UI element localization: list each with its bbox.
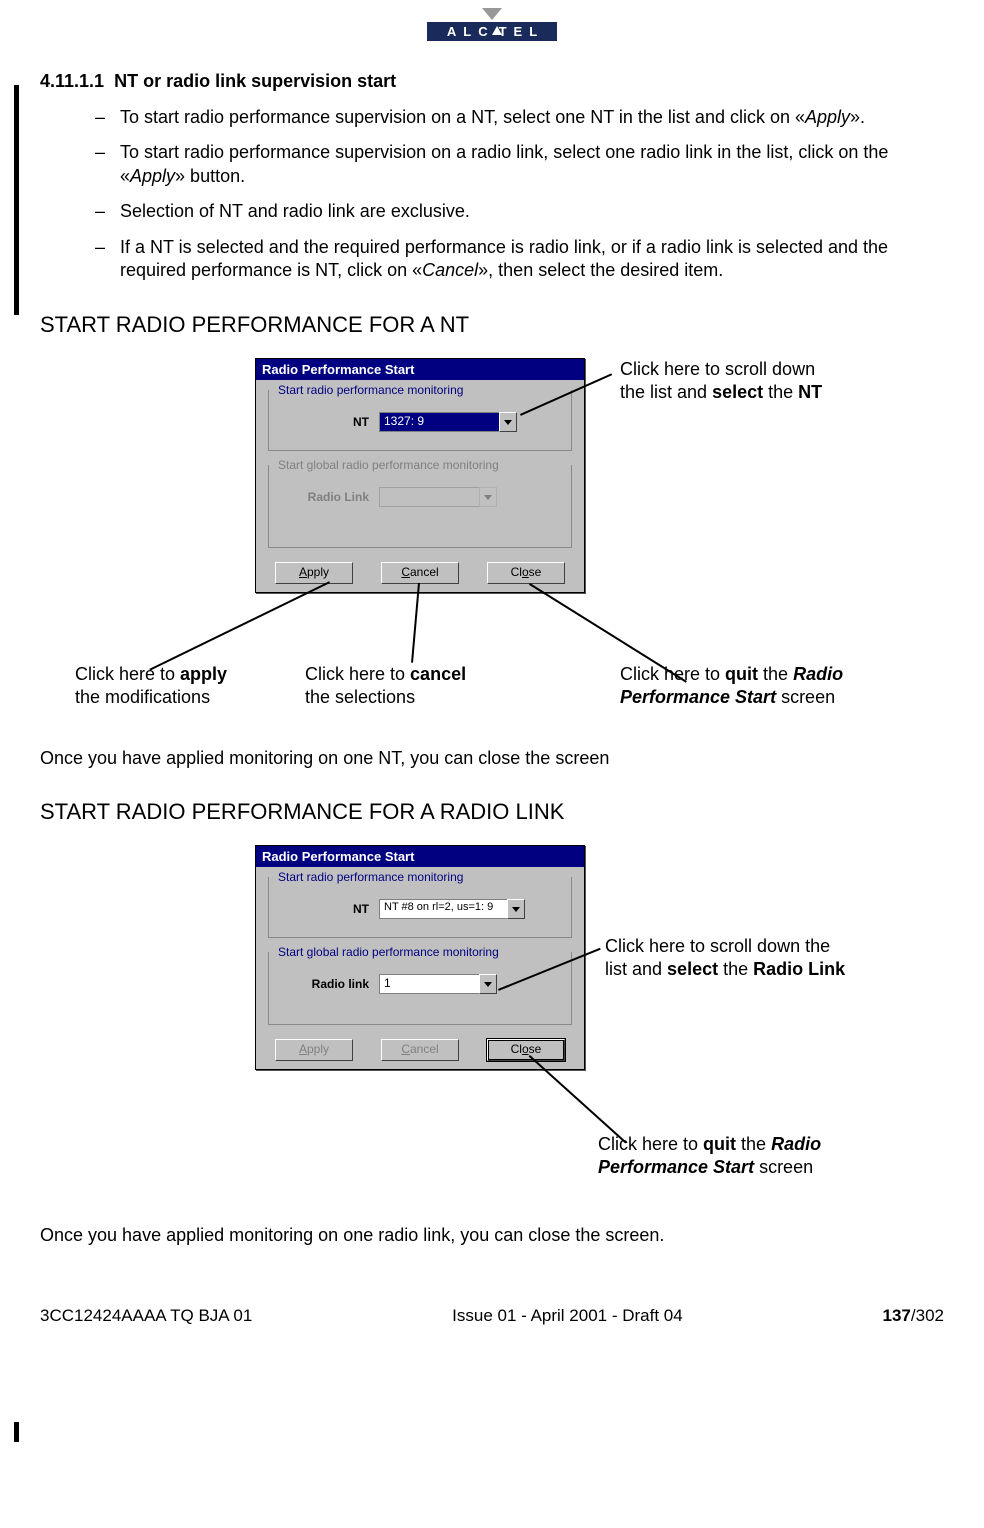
radiolink-combo-dropdown-button bbox=[479, 487, 497, 507]
subheading-radiolink: START RADIO PERFORMANCE FOR A RADIO LINK bbox=[40, 799, 944, 825]
radiolink-combo[interactable]: 1 bbox=[379, 974, 497, 994]
change-bar bbox=[14, 85, 19, 315]
dialog-titlebar: Radio Performance Start bbox=[256, 846, 584, 867]
logo-text: ALCTEL bbox=[427, 22, 557, 41]
radiolink-combo-value bbox=[379, 487, 479, 507]
bullet-item: Selection of NT and radio link are exclu… bbox=[95, 200, 944, 223]
change-bar bbox=[14, 1422, 19, 1442]
groupbox-global-monitoring: Start global radio performance monitorin… bbox=[268, 465, 572, 548]
section-number: 4.11.1.1 bbox=[40, 71, 104, 91]
callout-scroll-rl: Click here to scroll down the list and s… bbox=[605, 935, 915, 980]
dialog-radio-perf-start-rl: Radio Performance Start Start radio perf… bbox=[255, 845, 585, 1070]
callout-cancel: Click here to cancel the selections bbox=[305, 663, 525, 708]
nt-combo-value[interactable]: NT #8 on rl=2, us=1: 9 bbox=[379, 899, 507, 919]
bullet-item: If a NT is selected and the required per… bbox=[95, 236, 944, 283]
cancel-button: Cancel bbox=[381, 1039, 459, 1061]
callout-line bbox=[150, 582, 330, 671]
groupbox-title: Start global radio performance monitorin… bbox=[275, 945, 502, 959]
logo-inline-triangle-icon bbox=[492, 26, 502, 35]
groupbox-global-monitoring: Start global radio performance monitorin… bbox=[268, 952, 572, 1025]
subheading-nt: START RADIO PERFORMANCE FOR A NT bbox=[40, 312, 944, 338]
groupbox-title: Start global radio performance monitorin… bbox=[275, 458, 502, 472]
groupbox-start-monitoring: Start radio performance monitoring NT 13… bbox=[268, 390, 572, 451]
apply-button: Apply bbox=[275, 1039, 353, 1061]
nt-combo-dropdown-button[interactable] bbox=[507, 899, 525, 919]
nt-label: NT bbox=[279, 902, 369, 916]
nt-combo[interactable]: 1327: 9 bbox=[379, 412, 517, 432]
callout-scroll-nt: Click here to scroll down the list and s… bbox=[620, 358, 880, 403]
paragraph-after-rl: Once you have applied monitoring on one … bbox=[40, 1225, 944, 1246]
close-button[interactable]: Close bbox=[487, 562, 565, 584]
page-footer: 3CC12424AAAA TQ BJA 01 Issue 01 - April … bbox=[40, 1266, 944, 1326]
callout-quit-rl: Click here to quit the Radio Performance… bbox=[598, 1133, 928, 1178]
bullet-item: To start radio performance supervision o… bbox=[95, 106, 944, 129]
groupbox-title: Start radio performance monitoring bbox=[275, 870, 466, 884]
radiolink-combo-dropdown-button[interactable] bbox=[479, 974, 497, 994]
apply-button[interactable]: Apply bbox=[275, 562, 353, 584]
cancel-button[interactable]: Cancel bbox=[381, 562, 459, 584]
nt-combo-value[interactable]: 1327: 9 bbox=[379, 412, 499, 432]
bullet-item: To start radio performance supervision o… bbox=[95, 141, 944, 188]
chevron-down-icon bbox=[504, 420, 512, 425]
groupbox-title: Start radio performance monitoring bbox=[275, 383, 466, 397]
chevron-down-icon bbox=[512, 907, 520, 912]
radiolink-label: Radio Link bbox=[279, 490, 369, 504]
nt-label: NT bbox=[279, 415, 369, 429]
chevron-down-icon bbox=[484, 982, 492, 987]
close-button[interactable]: Close bbox=[487, 1039, 565, 1061]
callout-line bbox=[412, 583, 420, 663]
nt-combo-dropdown-button[interactable] bbox=[499, 412, 517, 432]
figure-radiolink: Radio Performance Start Start radio perf… bbox=[40, 845, 944, 1205]
footer-page: 137/302 bbox=[883, 1306, 944, 1326]
figure-nt: Radio Performance Start Start radio perf… bbox=[40, 358, 944, 728]
chevron-down-icon bbox=[484, 495, 492, 500]
groupbox-start-monitoring: Start radio performance monitoring NT NT… bbox=[268, 877, 572, 938]
footer-center: Issue 01 - April 2001 - Draft 04 bbox=[452, 1306, 683, 1326]
radiolink-combo bbox=[379, 487, 497, 507]
radiolink-combo-value[interactable]: 1 bbox=[379, 974, 479, 994]
callout-line bbox=[529, 583, 687, 682]
paragraph-after-nt: Once you have applied monitoring on one … bbox=[40, 748, 944, 769]
section-title: NT or radio link supervision start bbox=[114, 71, 396, 91]
bullet-list: To start radio performance supervision o… bbox=[40, 106, 944, 282]
logo-triangle-icon bbox=[482, 8, 502, 20]
dialog-radio-perf-start-nt: Radio Performance Start Start radio perf… bbox=[255, 358, 585, 593]
radiolink-label: Radio link bbox=[279, 977, 369, 991]
nt-combo[interactable]: NT #8 on rl=2, us=1: 9 bbox=[379, 899, 525, 919]
callout-apply: Click here to apply the modifications bbox=[75, 663, 275, 708]
footer-left: 3CC12424AAAA TQ BJA 01 bbox=[40, 1306, 252, 1326]
section-heading: 4.11.1.1 NT or radio link supervision st… bbox=[40, 71, 944, 92]
dialog-titlebar: Radio Performance Start bbox=[256, 359, 584, 380]
logo-region: ALCTEL bbox=[40, 0, 944, 71]
